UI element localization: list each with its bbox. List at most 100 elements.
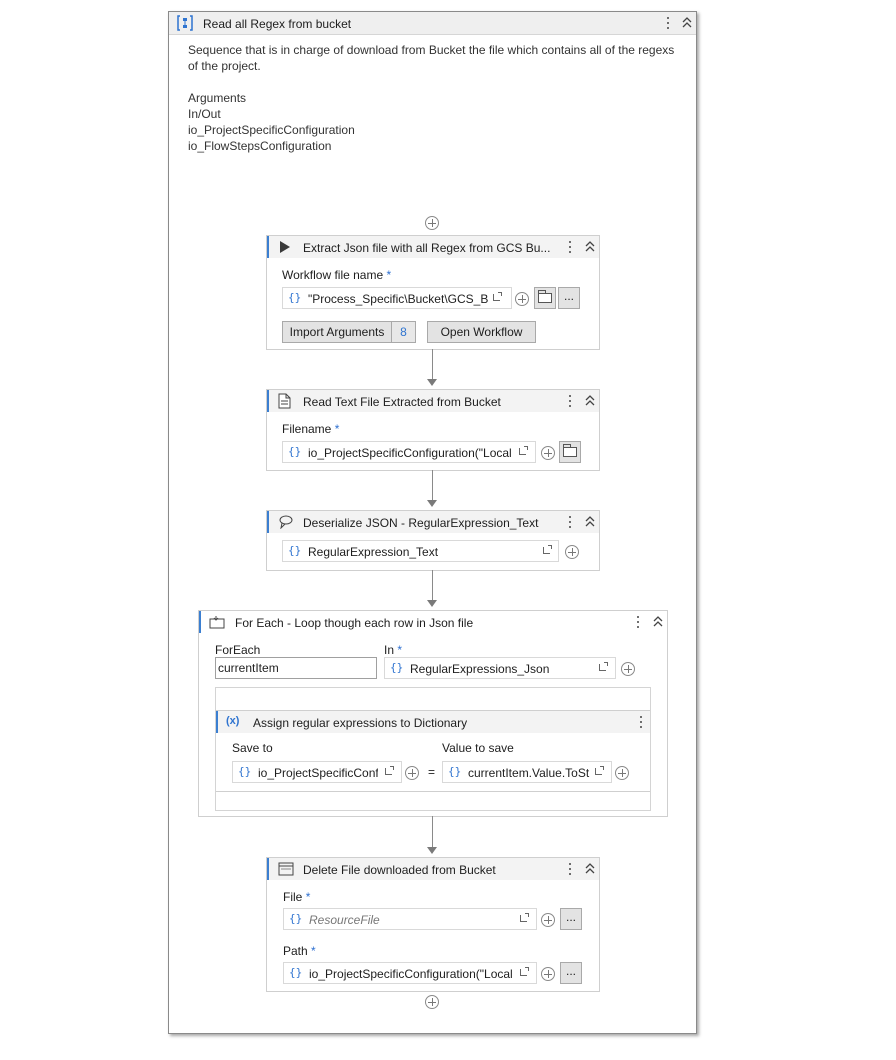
collapse-icon[interactable] (652, 615, 664, 629)
field-value: currentItem.Value.ToSt (468, 766, 590, 780)
activity-header[interactable]: Extract Json file with all Regex from GC… (267, 236, 599, 258)
sequence-icon (177, 15, 193, 31)
required-mark: * (334, 422, 340, 436)
connector-line (432, 349, 433, 379)
add-variable-icon[interactable] (621, 662, 635, 676)
delete-file-activity[interactable]: Delete File downloaded from Bucket File … (266, 857, 600, 992)
activity-header[interactable]: Delete File downloaded from Bucket (267, 858, 599, 880)
expression-icon: {} (288, 291, 302, 304)
connector-arrow-icon (427, 500, 437, 507)
collapse-icon[interactable] (584, 240, 596, 254)
path-input[interactable]: {} io_ProjectSpecificConfiguration("Loca… (283, 962, 537, 984)
expression-icon: {} (288, 544, 302, 557)
path-label: Path * (283, 944, 316, 958)
filename-input[interactable]: {} io_ProjectSpecificConfiguration("Loca… (282, 441, 536, 463)
file-input[interactable]: {} ResourceFile (283, 908, 537, 930)
add-variable-icon[interactable] (565, 545, 579, 559)
file-label: File * (283, 890, 310, 904)
workflow-file-input[interactable]: {} "Process_Specific\Bucket\GCS_Buc (282, 287, 512, 309)
foreach-body[interactable]: (x) Assign regular expressions to Dictio… (215, 687, 651, 811)
activity-title: Delete File downloaded from Bucket (303, 863, 496, 877)
more-icon[interactable] (563, 861, 577, 877)
collapse-icon[interactable] (681, 16, 693, 30)
add-variable-icon[interactable] (515, 292, 529, 306)
expand-editor-icon[interactable] (599, 662, 608, 671)
add-variable-icon[interactable] (405, 766, 419, 780)
browse-button[interactable]: ... (560, 962, 582, 984)
browse-folder-button[interactable] (534, 287, 556, 309)
expression-icon: {} (289, 912, 303, 925)
activity-header[interactable]: Deserialize JSON - RegularExpression_Tex… (267, 511, 599, 533)
activity-title: For Each - Loop though each row in Json … (235, 616, 474, 630)
delete-file-icon (278, 862, 294, 876)
field-value: RegularExpression_Text (308, 545, 439, 559)
browse-button[interactable]: ... (560, 908, 582, 930)
folder-icon (563, 444, 577, 457)
document-icon (278, 393, 291, 409)
more-options-button[interactable]: ... (558, 287, 580, 309)
connector-line (432, 470, 433, 500)
add-activity-icon[interactable] (425, 995, 439, 1009)
sequence-more-icon[interactable] (661, 15, 675, 31)
more-icon[interactable] (563, 239, 577, 255)
foreach-activity[interactable]: For Each - Loop though each row in Json … (198, 610, 668, 817)
foreach-label: ForEach (215, 643, 261, 657)
json-string-input[interactable]: {} RegularExpression_Text (282, 540, 559, 562)
expression-icon: {} (288, 445, 302, 458)
collapse-icon[interactable] (584, 515, 596, 529)
expression-icon: {} (238, 765, 252, 778)
import-arguments-button[interactable]: Import Arguments (282, 321, 392, 343)
add-variable-icon[interactable] (615, 766, 629, 780)
more-icon[interactable] (631, 614, 645, 630)
activity-header[interactable]: (x) Assign regular expressions to Dictio… (216, 711, 650, 733)
expand-editor-icon[interactable] (519, 446, 528, 455)
values-input[interactable]: {} RegularExpressions_Json (384, 657, 616, 679)
label-text: In (384, 643, 395, 657)
invoke-workflow-activity[interactable]: Extract Json file with all Regex from GC… (266, 235, 600, 350)
field-label: Workflow file name * (282, 268, 391, 282)
save-to-input[interactable]: {} io_ProjectSpecificConf (232, 761, 402, 783)
expand-editor-icon[interactable] (595, 766, 604, 775)
open-workflow-button[interactable]: Open Workflow (427, 321, 536, 343)
deserialize-json-activity[interactable]: Deserialize JSON - RegularExpression_Tex… (266, 510, 600, 571)
description-line: Sequence that is in charge of download f… (188, 43, 675, 57)
expand-editor-icon[interactable] (493, 292, 502, 301)
expression-icon: {} (390, 661, 404, 674)
browse-folder-button[interactable] (559, 441, 581, 463)
collapse-icon[interactable] (584, 394, 596, 408)
item-name-input[interactable]: currentItem (215, 657, 377, 679)
required-mark: * (311, 944, 316, 958)
expand-editor-icon[interactable] (520, 967, 529, 976)
argument-count-badge: 8 (392, 321, 416, 343)
label-text: Filename (282, 422, 332, 436)
add-variable-icon[interactable] (541, 913, 555, 927)
in-label: In * (384, 643, 402, 657)
add-variable-icon[interactable] (541, 446, 555, 460)
expand-editor-icon[interactable] (520, 913, 529, 922)
expand-editor-icon[interactable] (385, 766, 394, 775)
argument-name: io_ProjectSpecificConfiguration (188, 123, 355, 137)
required-mark: * (305, 890, 311, 904)
activity-title: Deserialize JSON - RegularExpression_Tex… (303, 516, 539, 530)
sequence-header[interactable]: Read all Regex from bucket (169, 12, 696, 35)
activity-title: Extract Json file with all Regex from GC… (303, 241, 551, 255)
label-text: Path (283, 944, 308, 958)
save-to-label: Save to (232, 741, 273, 755)
collapse-icon[interactable] (584, 862, 596, 876)
add-variable-icon[interactable] (541, 967, 555, 981)
expand-editor-icon[interactable] (543, 545, 552, 554)
read-text-file-activity[interactable]: Read Text File Extracted from Bucket Fil… (266, 389, 600, 471)
activity-header[interactable]: Read Text File Extracted from Bucket (267, 390, 599, 412)
field-placeholder: ResourceFile (309, 913, 380, 927)
field-value: io_ProjectSpecificConfiguration("Local (308, 446, 512, 460)
more-icon[interactable] (563, 514, 577, 530)
more-icon[interactable] (563, 393, 577, 409)
activity-header[interactable]: For Each - Loop though each row in Json … (199, 611, 667, 633)
connector-arrow-icon (427, 847, 437, 854)
field-value: io_ProjectSpecificConfiguration("Local (309, 967, 513, 981)
add-activity-icon[interactable] (425, 216, 439, 230)
connector-arrow-icon (427, 379, 437, 386)
value-input[interactable]: {} currentItem.Value.ToSt (442, 761, 612, 783)
more-icon[interactable] (634, 714, 648, 730)
assign-activity[interactable]: (x) Assign regular expressions to Dictio… (216, 710, 650, 792)
